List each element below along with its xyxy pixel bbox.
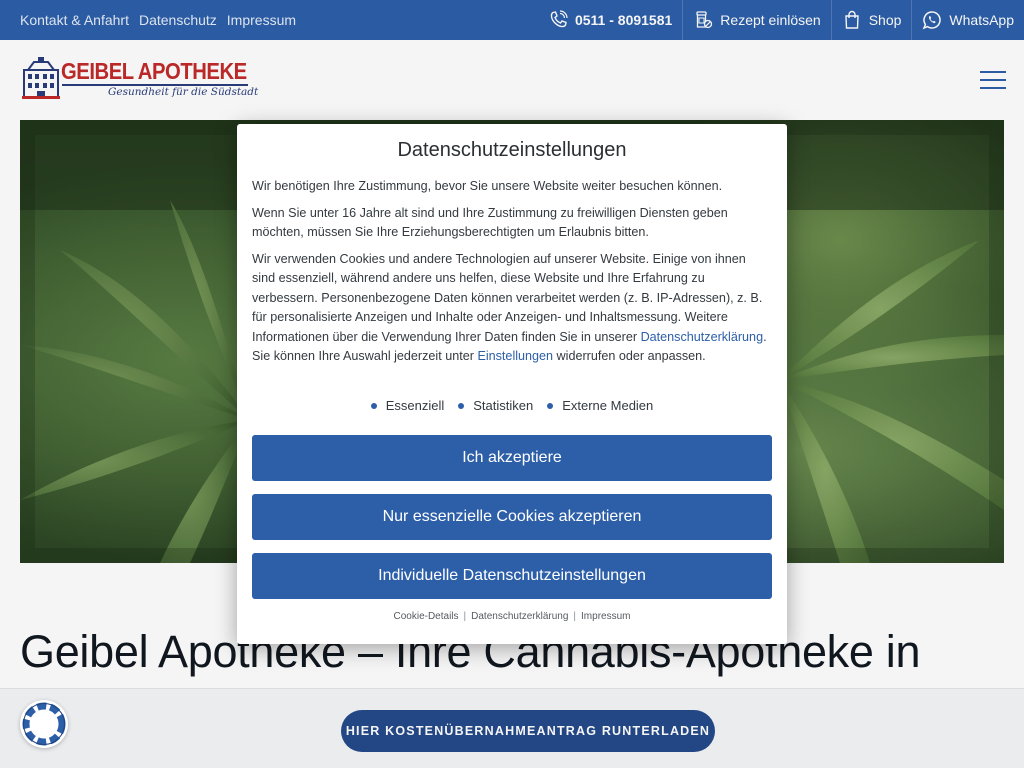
category-label: Statistiken	[473, 398, 534, 413]
footer-imprint-link[interactable]: Impressum	[581, 611, 630, 622]
footer-separator: |	[573, 611, 577, 622]
bullet-icon	[370, 402, 377, 409]
category-statistics[interactable]: Statistiken	[458, 398, 533, 413]
individual-settings-button[interactable]: Individuelle Datenschutzeinstellungen	[252, 553, 772, 599]
dialog-paragraph-age: Wenn Sie unter 16 Jahre alt sind und Ihr…	[252, 205, 728, 240]
cookie-categories: Essenziell Statistiken Externe Medien	[237, 398, 787, 413]
category-essential[interactable]: Essenziell	[370, 398, 445, 413]
accept-essential-button[interactable]: Nur essenzielle Cookies akzeptieren	[252, 494, 772, 540]
footer-privacy-link[interactable]: Datenschutzerklärung	[471, 611, 568, 622]
bullet-icon	[547, 402, 554, 409]
bullet-icon	[458, 402, 465, 409]
settings-link[interactable]: Einstellungen	[477, 349, 553, 363]
category-label: Essenziell	[385, 398, 445, 413]
dialog-footer-links: Cookie-Details | Datenschutzerklärung | …	[237, 611, 787, 622]
category-label: Externe Medien	[562, 398, 654, 413]
privacy-icon	[22, 702, 66, 746]
dialog-paragraph-cookies: Wir verwenden Cookies und andere Technol…	[252, 250, 772, 367]
accept-all-button[interactable]: Ich akzeptiere	[252, 435, 772, 481]
cookies-text-c: widerrufen oder anpassen.	[553, 349, 706, 363]
dialog-paragraph-consent: Wir benötigen Ihre Zustimmung, bevor Sie…	[252, 179, 723, 193]
privacy-consent-dialog: Datenschutzeinstellungen Wir benötigen I…	[237, 124, 787, 644]
privacy-policy-link[interactable]: Datenschutzerklärung	[641, 330, 764, 344]
dialog-title: Datenschutzeinstellungen	[397, 139, 627, 161]
category-external-media[interactable]: Externe Medien	[547, 398, 653, 413]
dialog-body: Wir benötigen Ihre Zustimmung, bevor Sie…	[252, 177, 772, 374]
footer-separator: |	[463, 611, 467, 622]
privacy-settings-badge[interactable]	[20, 700, 68, 748]
cookie-details-link[interactable]: Cookie-Details	[394, 611, 459, 622]
